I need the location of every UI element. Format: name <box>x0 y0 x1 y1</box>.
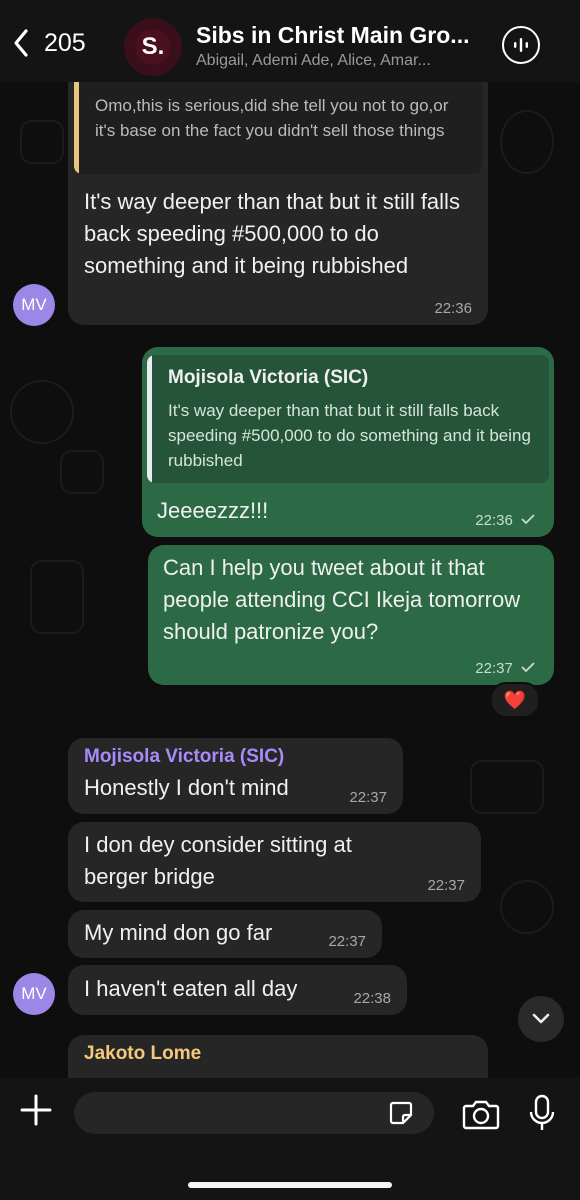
message-text: Honestly I don't mind <box>84 775 289 800</box>
quote-text: It's way deeper than that but it still f… <box>168 401 531 470</box>
message-text: It's way deeper than that but it still f… <box>84 189 460 278</box>
message-text: My mind don go far <box>84 920 273 945</box>
back-button[interactable]: 205 <box>12 28 86 58</box>
microphone-icon <box>529 1094 555 1130</box>
message-time: 22:37 <box>475 660 536 677</box>
avatar[interactable]: MV <box>13 973 55 1015</box>
message-time: 22:37 <box>349 789 387 806</box>
message-time: 22:38 <box>353 990 391 1007</box>
single-check-icon <box>521 514 535 525</box>
message-time: 22:37 <box>328 933 366 950</box>
message-incoming[interactable]: I don dey consider sitting at berger bri… <box>68 822 481 902</box>
quoted-message[interactable]: Mojisola Victoria (SIC) It's way deeper … <box>147 355 549 483</box>
voice-chat-icon <box>514 38 528 52</box>
message-incoming[interactable]: I haven't eaten all day 22:38 <box>68 965 407 1015</box>
message-time-text: 22:37 <box>475 660 513 677</box>
chevron-left-icon <box>14 29 28 57</box>
avatar-initials: MV <box>21 984 47 1003</box>
message-input[interactable] <box>74 1092 434 1134</box>
home-indicator <box>188 1182 392 1188</box>
heart-icon: ❤️ <box>503 689 527 710</box>
message-sender[interactable]: Mojisola Victoria (SIC) <box>84 746 284 768</box>
sticker-button[interactable] <box>388 1100 414 1126</box>
avatar[interactable]: MV <box>13 284 55 326</box>
chat-header: 205 S. Sibs in Christ Main Gro... Abigai… <box>0 0 580 82</box>
chevron-down-icon <box>532 1013 550 1024</box>
group-avatar[interactable]: S. <box>124 18 182 76</box>
voice-chat-button[interactable] <box>502 26 540 64</box>
quote-text: Omo,this is serious,did she tell you not… <box>95 96 449 140</box>
attach-button[interactable] <box>20 1094 52 1126</box>
message-outgoing[interactable]: Can I help you tweet about it that peopl… <box>148 545 554 685</box>
quote-bar <box>147 355 152 483</box>
message-incoming[interactable]: Mojisola Victoria (SIC) Honestly I don't… <box>68 738 403 814</box>
message-incoming[interactable]: Omo,this is serious,did she tell you not… <box>68 60 488 325</box>
group-logo: S. <box>135 29 171 65</box>
reaction-badge[interactable]: ❤️ <box>490 682 540 718</box>
group-logo-letter: S. <box>141 33 165 60</box>
message-incoming[interactable]: My mind don go far 22:37 <box>68 910 382 958</box>
message-text: Can I help you tweet about it that peopl… <box>163 555 521 644</box>
sticker-icon <box>389 1101 413 1125</box>
message-time-text: 22:36 <box>475 512 513 529</box>
camera-button[interactable] <box>462 1098 500 1130</box>
chat-members[interactable]: Abigail, Ademi Ade, Alice, Amar... <box>196 52 496 70</box>
single-check-icon <box>521 662 535 673</box>
quote-sender: Mojisola Victoria (SIC) <box>168 367 369 388</box>
avatar-initials: MV <box>21 295 47 314</box>
message-time: 22:36 <box>434 300 472 317</box>
microphone-button[interactable] <box>528 1094 556 1132</box>
message-text: I haven't eaten all day <box>84 976 298 1001</box>
message-time: 22:37 <box>427 877 465 894</box>
chat-title[interactable]: Sibs in Christ Main Gro... <box>196 22 496 49</box>
message-text: I don dey consider sitting at berger bri… <box>84 832 352 889</box>
message-outgoing[interactable]: Mojisola Victoria (SIC) It's way deeper … <box>142 347 554 537</box>
message-time: 22:36 <box>475 512 536 529</box>
message-text: Jeeeezzz!!! <box>157 498 269 523</box>
unread-count: 205 <box>44 28 86 57</box>
camera-icon <box>462 1100 500 1130</box>
plus-icon <box>20 1094 52 1126</box>
message-sender[interactable]: Jakoto Lome <box>84 1043 201 1065</box>
scroll-to-bottom-button[interactable] <box>518 996 564 1042</box>
